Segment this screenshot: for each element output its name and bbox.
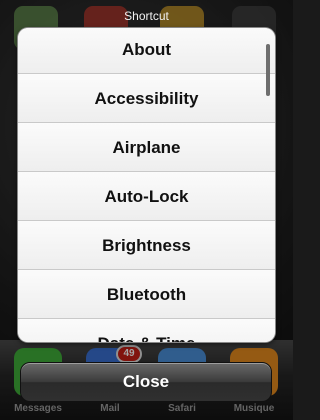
close-button[interactable]: Close — [20, 362, 272, 402]
page-title: Shortcut — [124, 9, 169, 23]
list-item-date-time[interactable]: Date & Time — [18, 319, 275, 342]
list-item-accessibility[interactable]: Accessibility — [18, 74, 275, 123]
list-item-airplane[interactable]: Airplane — [18, 123, 275, 172]
list-scrollbar[interactable] — [266, 44, 270, 96]
shortcut-list-panel[interactable]: About Accessibility Airplane Auto-Lock B… — [18, 28, 275, 342]
list-item-brightness[interactable]: Brightness — [18, 221, 275, 270]
list-item-bluetooth[interactable]: Bluetooth — [18, 270, 275, 319]
list-item-about[interactable]: About — [18, 28, 275, 74]
list-item-auto-lock[interactable]: Auto-Lock — [18, 172, 275, 221]
